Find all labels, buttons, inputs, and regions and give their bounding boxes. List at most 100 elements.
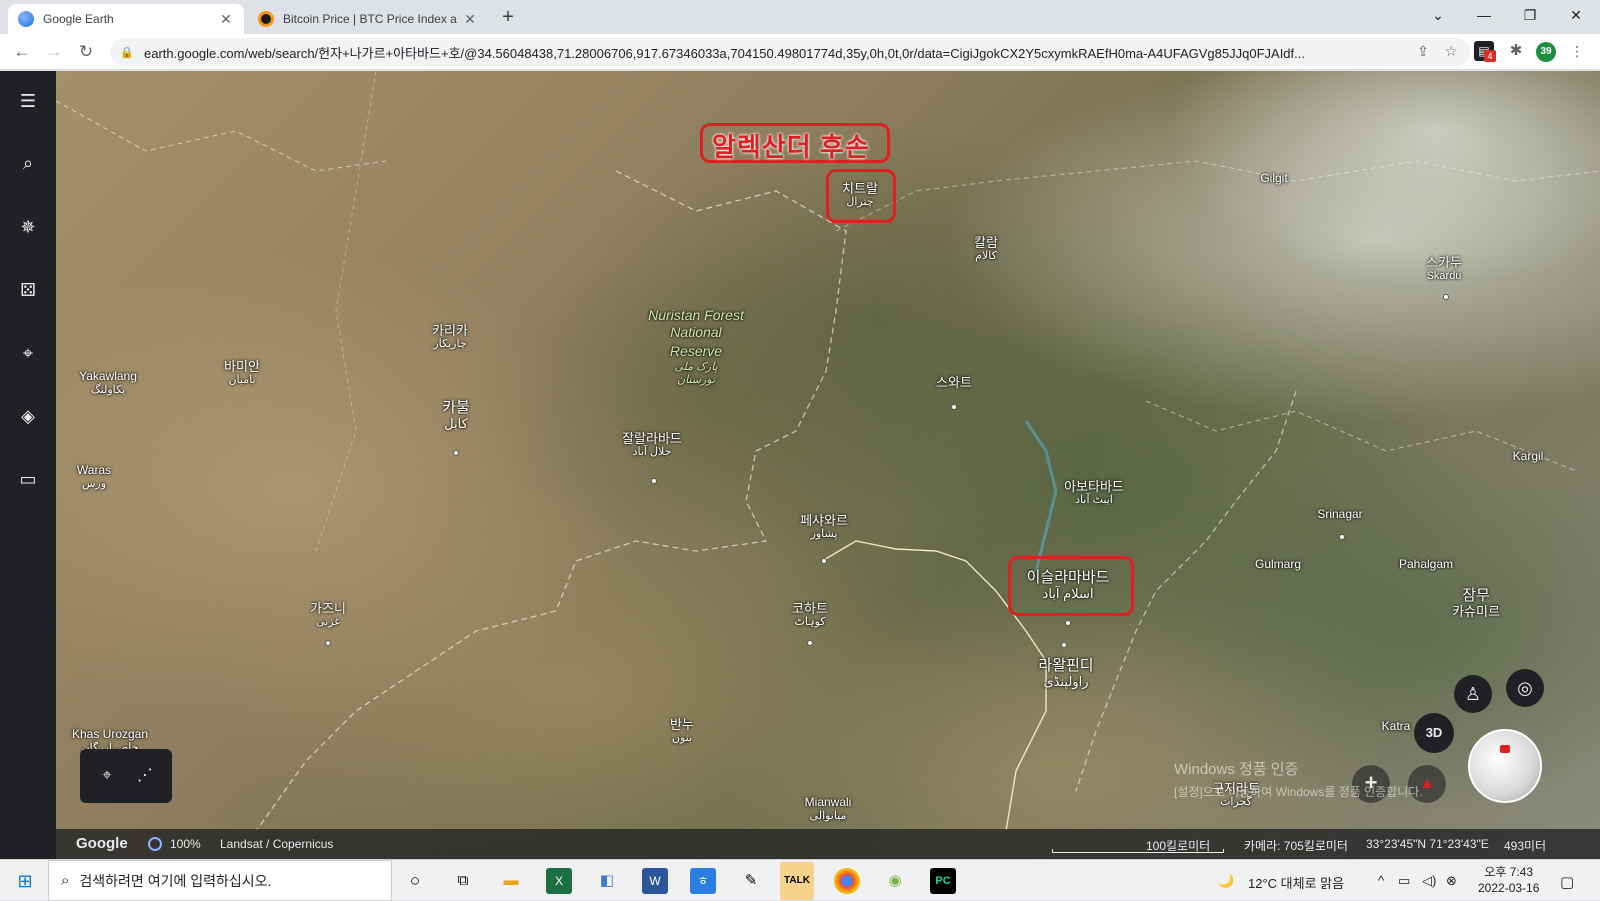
back-arrow-icon[interactable]: ←	[10, 40, 34, 64]
satellite-map[interactable]: 알렉산더 후손 치트랄 چترال 칼람 کالام Gilgit 스카두 Skard…	[56, 71, 1600, 859]
city-dot-islamabad	[1065, 620, 1071, 626]
browser-menu-icon[interactable]: ⋮	[1566, 40, 1588, 62]
paint-icon[interactable]: ✎	[738, 868, 764, 894]
windows-activation-watermark: Windows 정품 인증 [설정]으로 이동하여 Windows를 정품 인증…	[1174, 761, 1423, 799]
search-icon: ⌕	[61, 872, 70, 889]
draw-path-icon[interactable]: ⋰	[132, 763, 158, 789]
imagery-source[interactable]: Landsat / Copernicus	[220, 837, 333, 851]
weather-text[interactable]: 12°C 대체로 맑음	[1248, 873, 1344, 892]
notification-off-icon[interactable]: ⊗	[1446, 873, 1457, 889]
file-explorer-icon[interactable]: ▬	[498, 868, 524, 894]
place-gilgit[interactable]: Gilgit	[1260, 171, 1287, 186]
weather-icon[interactable]: 🌙	[1218, 873, 1234, 889]
tab-title: Google Earth	[43, 12, 114, 26]
close-window-button[interactable]: ✕	[1554, 0, 1598, 32]
city-dot-skardu	[1443, 294, 1449, 300]
search-icon[interactable]: ⌕	[14, 149, 42, 177]
tab-bitcoin-price[interactable]: Bitcoin Price | BTC Price Index a ✕	[248, 4, 488, 34]
place-srinagar[interactable]: Srinagar	[1317, 507, 1362, 522]
place-nuristan-park[interactable]: Nuristan Forest National	[648, 307, 744, 341]
place-abbottabad[interactable]: 아보타바드 ایبٹ آباد	[1064, 479, 1124, 507]
place-peshawar[interactable]: 페샤와르 پشاور	[800, 513, 848, 541]
place-gulmarg[interactable]: Gulmarg	[1255, 557, 1301, 572]
city-dot-kohat	[807, 640, 813, 646]
measure-ruler-icon[interactable]: ▭	[14, 465, 42, 493]
place-bamyan[interactable]: 바미안 بامیان	[224, 359, 260, 387]
task-view-icon[interactable]: ⧉	[450, 868, 476, 894]
place-jammu-kashmir[interactable]: 잠무 카슈미르	[1452, 587, 1500, 619]
place-katra[interactable]: Katra	[1382, 719, 1411, 734]
lock-icon[interactable]: 🔒	[120, 46, 134, 59]
place-kargil[interactable]: Kargil	[1513, 449, 1544, 464]
place-rawalpindi[interactable]: 라왈핀디 راولپنڈی	[1038, 657, 1093, 689]
voyager-wheel-icon[interactable]: ✵	[14, 213, 42, 241]
hamburger-menu-icon[interactable]: ☰	[14, 87, 42, 115]
place-nuristan-persian[interactable]: پارک ملی نورستان	[674, 361, 717, 387]
action-center-icon[interactable]: ▢	[1560, 873, 1574, 891]
maximize-window-button[interactable]: ❐	[1508, 0, 1552, 32]
reload-icon[interactable]: ↻	[74, 40, 98, 64]
extensions-puzzle-icon[interactable]: ✱	[1506, 41, 1526, 61]
loading-percent: 100%	[170, 837, 201, 851]
forward-arrow-icon[interactable]: →	[42, 40, 66, 64]
toggle-3d-button[interactable]: 3D	[1414, 713, 1454, 753]
city-dot-jalalabad	[651, 478, 657, 484]
scale-label: 100킬로미터	[1146, 839, 1211, 853]
place-yakawlang[interactable]: Yakawlang یکاولنگ	[79, 369, 137, 397]
excel-icon[interactable]: X	[546, 868, 572, 894]
bookmark-star-icon[interactable]: ☆	[1440, 40, 1462, 62]
chrome-icon[interactable]	[834, 868, 860, 894]
place-kohat[interactable]: 코하트 کوہاٹ	[792, 601, 828, 629]
android-app-icon[interactable]: ◉	[882, 868, 908, 894]
network-icon[interactable]: ▭	[1398, 873, 1410, 889]
add-placemark-icon[interactable]: ⌖	[94, 763, 120, 789]
my-location-icon[interactable]: ◎	[1506, 669, 1544, 707]
kakaotalk-icon[interactable]: TALK	[780, 862, 814, 900]
profile-avatar[interactable]: 39	[1536, 42, 1556, 62]
taskbar-search-box[interactable]: ⌕ 검색하려면 여기에 입력하십시오.	[48, 860, 392, 901]
place-bannu[interactable]: 반누 بنوں	[670, 717, 694, 745]
share-icon[interactable]: ⇪	[1412, 40, 1434, 62]
cortana-circle-icon[interactable]: ○	[402, 868, 428, 894]
notes-app-icon[interactable]: ◧	[594, 868, 620, 894]
clock[interactable]: 오후 7:43 2022-03-16	[1478, 864, 1539, 896]
place-islamabad[interactable]: 이슬라마바드 اسلام آباد	[1027, 569, 1110, 601]
city-dot-kabul	[453, 450, 459, 456]
tray-chevron-icon[interactable]: ^	[1378, 873, 1384, 888]
place-ghazni[interactable]: 가즈니 غزنی	[310, 601, 346, 629]
tab-search-chevron-icon[interactable]: ⌄	[1416, 0, 1460, 32]
close-tab-icon[interactable]: ✕	[462, 11, 478, 28]
place-charikar[interactable]: 카리카 چاریکار	[432, 323, 468, 351]
browser-toolbar: ← → ↻ 🔒 earth.google.com/web/search/헌자+나…	[0, 34, 1600, 70]
place-chitral[interactable]: 치트랄 چترال	[842, 181, 878, 209]
close-tab-icon[interactable]: ✕	[218, 11, 234, 28]
place-jalalabad[interactable]: 잘랄라바드 جلال آباد	[622, 431, 682, 459]
place-swat[interactable]: 스와트	[936, 375, 972, 390]
bitcoin-favicon-icon	[258, 11, 274, 27]
hwp-icon[interactable]: ㅎ	[690, 868, 716, 894]
windows-start-icon[interactable]: ⊞	[12, 868, 38, 894]
new-tab-button[interactable]: +	[496, 6, 520, 30]
place-waras[interactable]: Waras ورس	[77, 463, 111, 491]
place-pahalgam[interactable]: Pahalgam	[1399, 557, 1453, 572]
mini-globe-icon[interactable]	[1468, 729, 1542, 803]
place-mianwali[interactable]: Mianwali میانوالی	[805, 795, 852, 823]
pycharm-icon[interactable]: PC	[930, 868, 956, 894]
city-dot-peshawar	[821, 558, 827, 564]
place-skardu[interactable]: 스카두 Skardu	[1426, 255, 1462, 283]
feeling-lucky-dice-icon[interactable]: ⚄	[14, 276, 42, 304]
place-kalam[interactable]: 칼람 کالام	[974, 235, 998, 263]
pegman-street-view-icon[interactable]: ♙	[1454, 675, 1492, 713]
place-nuristan-reserve[interactable]: Reserve	[670, 343, 722, 360]
google-logo: Google	[76, 835, 128, 852]
minimize-window-button[interactable]: —	[1462, 0, 1506, 32]
place-kabul[interactable]: 카불 کابل	[442, 399, 470, 431]
word-icon[interactable]: W	[642, 868, 668, 894]
map-status-bar: Google 100% Landsat / Copernicus 100킬로미터…	[56, 829, 1600, 859]
address-bar[interactable]: 🔒 earth.google.com/web/search/헌자+나가르+아타바…	[110, 38, 1470, 66]
tab-google-earth[interactable]: Google Earth ✕	[8, 4, 244, 34]
volume-icon[interactable]: ◁)	[1422, 873, 1436, 889]
city-dot-ghazni	[325, 640, 331, 646]
projects-pin-icon[interactable]: ⌖	[14, 339, 42, 367]
map-style-layers-icon[interactable]: ◈	[14, 402, 42, 430]
